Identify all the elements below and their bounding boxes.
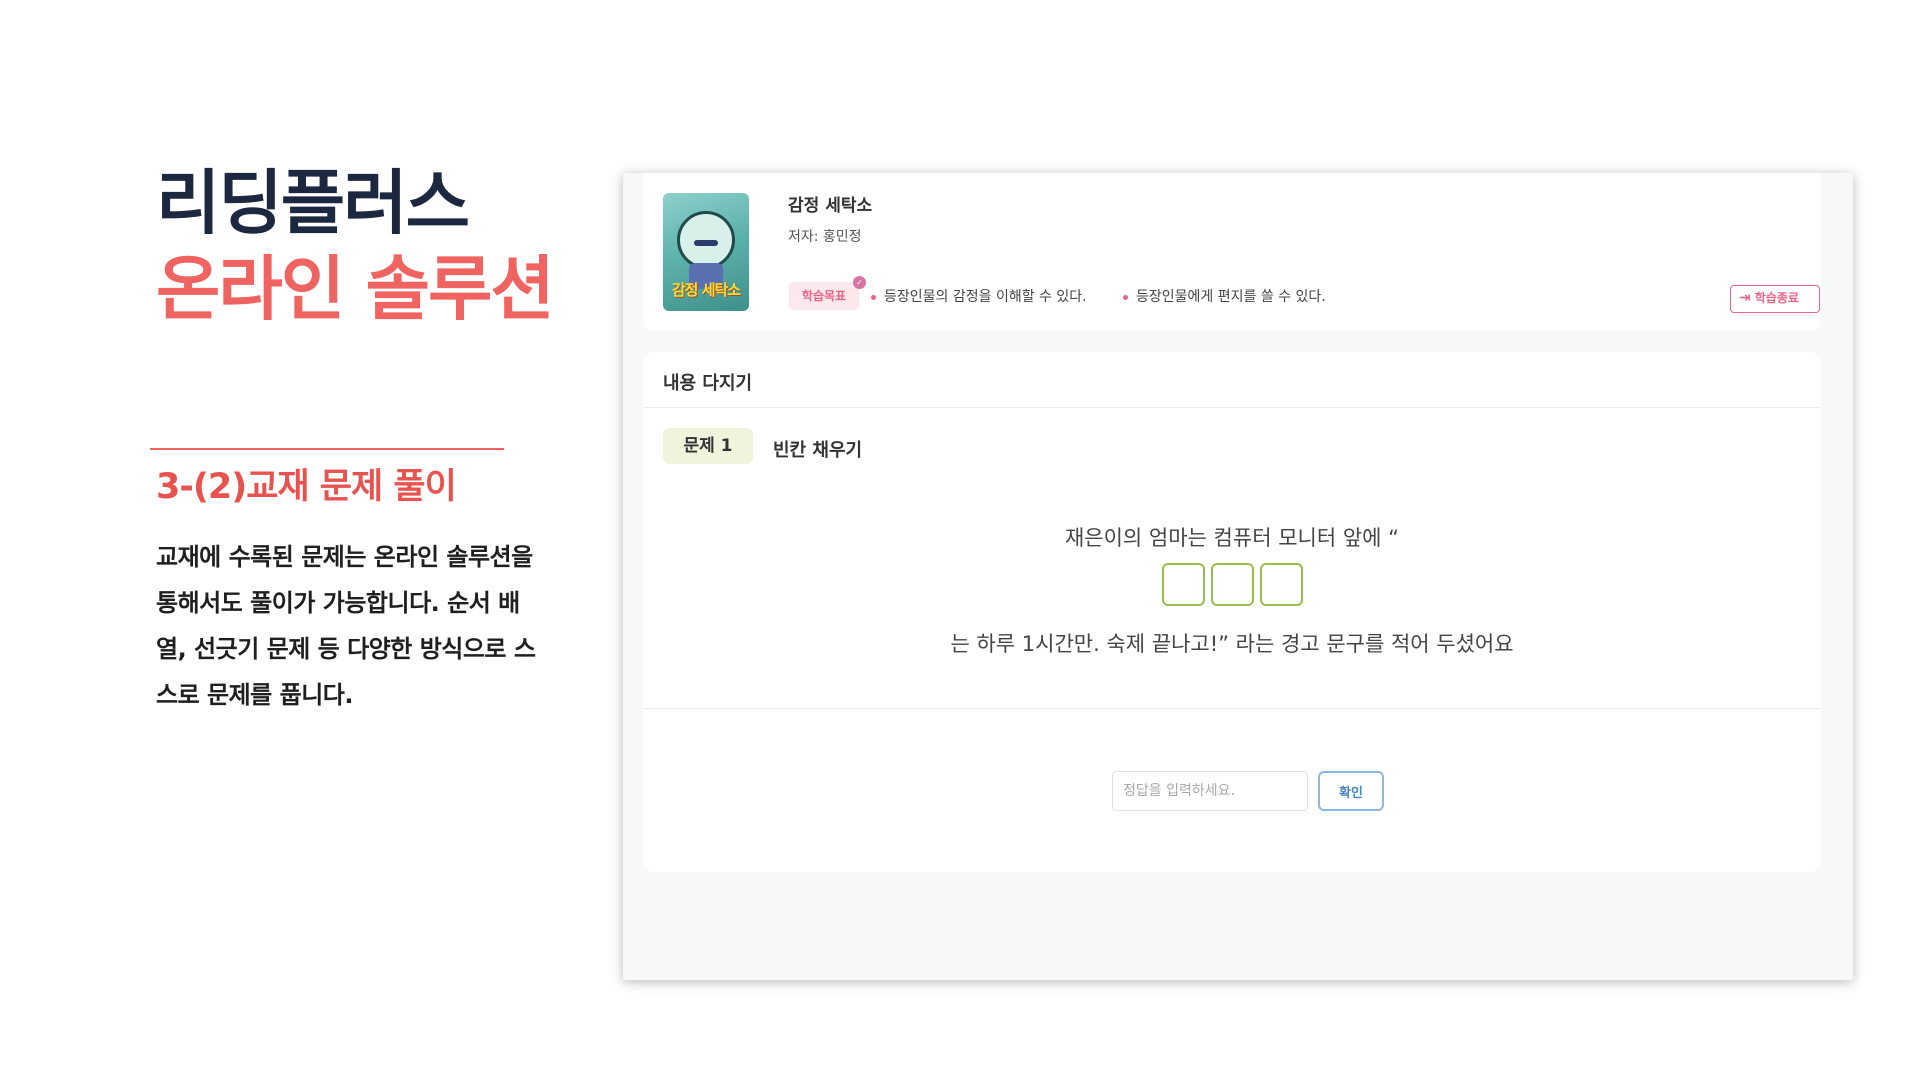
quiz-divider [643,708,1821,709]
end-study-button[interactable]: ⇥ 학습종료 [1730,285,1820,313]
section-divider [150,448,504,450]
quiz-section-label: 내용 다지기 [663,373,753,394]
bullet-dot-icon [1123,294,1128,300]
book-cover-image: 감정 세탁소 [663,193,749,311]
section-description: 교재에 수록된 문제는 온라인 솔루션을 통해서도 풀이가 가능합니다. 순서 … [156,543,536,709]
check-icon: ✓ [853,276,866,289]
answer-blank-box [1210,563,1254,606]
quiz-card: 내용 다지기 문제 1 빈칸 채우기 재은이의 엄마는 컴퓨터 모니터 앞에 “… [643,352,1821,872]
exit-icon: ⇥ [1739,290,1751,306]
slide-title-sub: 온라인 솔루션 [156,248,555,330]
section-title: 3-(2)교재 문제 풀이 [156,467,457,507]
answer-input[interactable] [1112,771,1308,811]
slide-title-main: 리딩플러스 [156,162,470,244]
question-text-after: 는 하루 1시간만. 숙제 끝나고!” 라는 경고 문구를 적어 두셨어요 [950,632,1514,656]
confirm-button[interactable]: 확인 [1318,771,1384,811]
answer-blank-box [1161,563,1205,606]
question-text-before: 재은이의 엄마는 컴퓨터 모니터 앞에 “ [1064,526,1400,550]
book-title: 감정 세탁소 [788,196,873,216]
book-author: 저자: 홍민정 [788,229,862,245]
learning-goal-badge: 학습목표 [789,282,859,310]
question-type-label: 빈칸 채우기 [773,440,863,461]
answer-blanks [643,563,1821,610]
bullet-dot-icon [871,294,876,300]
learning-goal-item: 등장인물에게 편지를 쓸 수 있다. [1123,286,1326,306]
answer-blank-box [1259,563,1303,606]
book-cover-title: 감정 세탁소 [671,281,741,299]
book-info-card: 감정 세탁소 감정 세탁소 저자: 홍민정 학습목표 ✓ 등장인물의 감정을 이… [643,173,1821,331]
quiz-header: 내용 다지기 [643,352,1821,408]
learning-goal-item: 등장인물의 감정을 이해할 수 있다. [871,286,1087,306]
app-window: 감정 세탁소 감정 세탁소 저자: 홍민정 학습목표 ✓ 등장인물의 감정을 이… [623,173,1853,980]
question-number-badge: 문제 1 [663,428,753,464]
